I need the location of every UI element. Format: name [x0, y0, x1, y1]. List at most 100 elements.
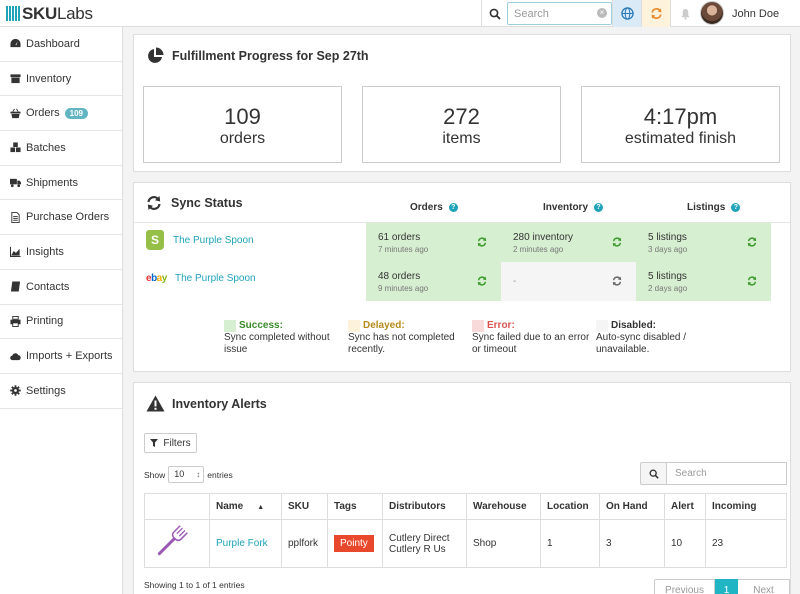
sidebar-item-shipments[interactable]: Shipments: [0, 166, 122, 201]
legend-desc: Sync has not completed recently.: [348, 332, 455, 355]
sidebar-item-label: Purchase Orders: [26, 211, 110, 224]
sort-asc-icon[interactable]: ▲: [257, 504, 264, 511]
legend-disabled: Disabled: Auto-sync disabled / unavailab…: [596, 320, 716, 356]
truck-icon: [10, 178, 21, 188]
stat-label: items: [442, 130, 481, 147]
table-header-row: Name ▲ SKU Tags Distributors Warehouse Lo…: [144, 493, 787, 520]
book-icon: [10, 281, 21, 292]
clear-search-icon[interactable]: ×: [597, 8, 607, 18]
sidebar-item-orders[interactable]: Orders 109: [0, 96, 122, 132]
col-label: Inventory: [543, 202, 589, 213]
stat-orders: 109 orders: [143, 86, 342, 163]
fork-icon: [157, 525, 188, 556]
col-image: [144, 493, 210, 520]
sync-icon[interactable]: [612, 237, 622, 247]
sync-icon[interactable]: [747, 237, 757, 247]
search-icon[interactable]: [481, 0, 507, 27]
table-row[interactable]: Purple Fork pplfork Pointy Cutlery Direc…: [144, 519, 787, 568]
sidebar-item-dashboard[interactable]: Dashboard: [0, 27, 122, 62]
sidebar-item-purchase-orders[interactable]: Purchase Orders: [0, 200, 122, 236]
col-sku[interactable]: SKU: [281, 493, 328, 520]
col-distributors[interactable]: Distributors: [382, 493, 467, 520]
table-search-icon[interactable]: [640, 462, 666, 485]
success-swatch: [224, 320, 236, 332]
col-orders-header: Orders?: [410, 202, 458, 213]
col-incoming[interactable]: Incoming: [705, 493, 787, 520]
sidebar-item-insights[interactable]: Insights: [0, 235, 122, 270]
previous-page-button[interactable]: Previous: [654, 579, 715, 594]
logo[interactable]: SKULabs: [6, 4, 93, 23]
page-1-button[interactable]: 1: [715, 579, 738, 594]
sidebar-item-imports-exports[interactable]: Imports + Exports: [0, 339, 122, 374]
pagination: Previous 1 Next: [654, 579, 790, 594]
col-warehouse[interactable]: Warehouse: [466, 493, 541, 520]
help-icon[interactable]: ?: [594, 203, 604, 212]
sidebar-item-settings[interactable]: Settings: [0, 374, 122, 409]
sidebar-item-label: Contacts: [26, 280, 70, 293]
alert-cell: 10: [664, 519, 706, 568]
legend-title: Disabled:: [611, 320, 657, 331]
sidebar-item-label: Insights: [26, 245, 64, 258]
sync-cell-orders[interactable]: 61 orders 7 minutes ago: [366, 223, 501, 262]
avatar[interactable]: [700, 1, 724, 25]
store-row-ebay: ebay The Purple Spoon: [146, 273, 256, 284]
sidebar-item-inventory[interactable]: Inventory: [0, 62, 122, 97]
bell-icon: [680, 8, 690, 20]
filters-label: Filters: [163, 437, 191, 449]
col-location[interactable]: Location: [540, 493, 600, 520]
col-alert[interactable]: Alert: [664, 493, 706, 520]
sync-cell-listings[interactable]: 5 listings 2 days ago: [636, 262, 771, 301]
stat-value: 109: [224, 104, 261, 129]
col-on-hand[interactable]: On Hand: [599, 493, 665, 520]
notifications-button[interactable]: [670, 0, 699, 27]
legend-desc: Auto-sync disabled / unavailable.: [596, 332, 687, 355]
error-swatch: [472, 320, 484, 332]
sync-icon[interactable]: [477, 276, 487, 286]
orders-count-badge: 109: [64, 107, 88, 119]
store-row-shopify: The Purple Spoon: [146, 230, 254, 250]
table-search-input[interactable]: [666, 462, 787, 485]
store-link[interactable]: The Purple Spoon: [173, 235, 254, 246]
on-hand-cell: 3: [599, 519, 665, 568]
sync-icon[interactable]: [612, 276, 622, 286]
sync-cell-listings[interactable]: 5 listings 3 days ago: [636, 223, 771, 262]
sidebar: Dashboard Inventory Orders 109 Batches S…: [0, 27, 123, 594]
distributor: Cutlery Direct: [389, 532, 450, 544]
store-link[interactable]: The Purple Spoon: [175, 273, 256, 284]
cloud-icon: [10, 352, 21, 360]
col-label: Orders: [410, 202, 443, 213]
dashboard-icon: [10, 39, 21, 48]
globe-button[interactable]: [612, 0, 641, 27]
next-page-button[interactable]: Next: [738, 579, 790, 594]
sidebar-item-contacts[interactable]: Contacts: [0, 270, 122, 305]
sync-icon[interactable]: [747, 276, 757, 286]
user-name[interactable]: John Doe: [732, 8, 779, 20]
help-icon[interactable]: ?: [448, 203, 458, 212]
box-icon: [10, 74, 21, 84]
col-tags[interactable]: Tags: [327, 493, 383, 520]
sidebar-item-batches[interactable]: Batches: [0, 131, 122, 166]
globe-icon: [620, 7, 634, 20]
help-icon[interactable]: ?: [731, 203, 741, 212]
page-size-control: Show 10 entries: [144, 466, 233, 483]
sync-cell-inventory[interactable]: 280 inventory 2 minutes ago: [501, 223, 636, 262]
stat-label: orders: [219, 130, 266, 147]
inventory-alerts-panel: Inventory Alerts Filters Show 10 entries…: [133, 382, 791, 594]
cubes-icon: [10, 142, 21, 153]
sidebar-item-label: Settings: [26, 384, 66, 397]
sync-button[interactable]: [641, 0, 670, 27]
page-size-select[interactable]: 10: [168, 466, 205, 483]
col-name[interactable]: Name ▲: [209, 493, 282, 520]
legend-error: Error: Sync failed due to an error or ti…: [472, 320, 592, 356]
sidebar-item-label: Dashboard: [26, 37, 80, 50]
delayed-swatch: [348, 320, 360, 332]
sync-icon[interactable]: [477, 237, 487, 247]
filters-button[interactable]: Filters: [144, 433, 197, 453]
product-name-link[interactable]: Purple Fork: [216, 538, 268, 549]
sidebar-item-printing[interactable]: Printing: [0, 305, 122, 340]
sidebar-item-label: Printing: [26, 315, 64, 328]
sync-title: Sync Status: [171, 196, 243, 210]
sync-cell-orders[interactable]: 48 orders 9 minutes ago: [366, 262, 501, 301]
sync-cell-inventory-disabled[interactable]: -: [501, 262, 636, 301]
show-label: Show: [144, 469, 166, 480]
